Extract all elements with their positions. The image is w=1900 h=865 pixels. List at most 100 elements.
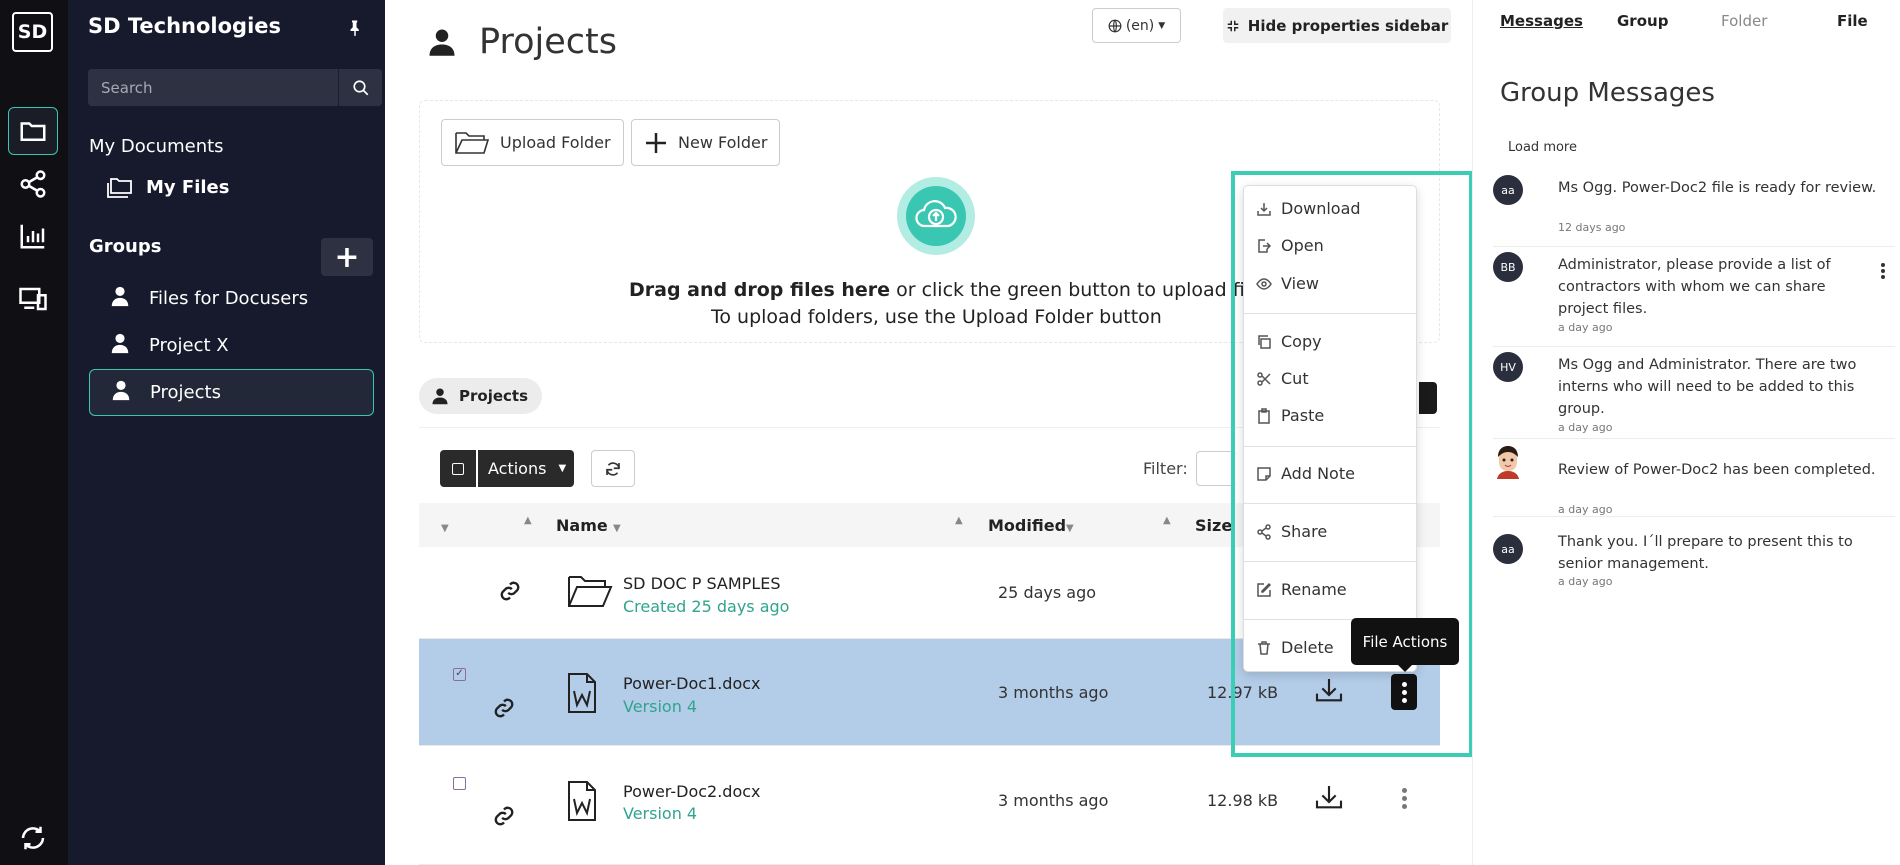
message-options-button[interactable] — [1881, 263, 1885, 279]
hide-properties-sidebar-button[interactable]: Hide properties sidebar — [1223, 8, 1451, 43]
drag-drop-bold: Drag and drop files here — [629, 279, 891, 301]
tab-folder[interactable]: Folder — [1721, 12, 1767, 30]
file-name[interactable]: SD DOC P SAMPLES — [623, 574, 781, 593]
menu-item-delete[interactable]: Delete — [1256, 638, 1334, 657]
file-modified: 3 months ago — [998, 683, 1109, 702]
group-messages-heading: Group Messages — [1500, 78, 1715, 108]
plus-icon — [646, 132, 666, 153]
sidebar-search — [88, 69, 382, 106]
my-files-link[interactable]: My Files — [106, 175, 229, 199]
trash-icon — [1258, 640, 1270, 655]
file-modified: 25 days ago — [998, 583, 1097, 602]
menu-item-add-note[interactable]: Add Note — [1256, 464, 1355, 483]
caret-down-icon: ▼ — [558, 463, 567, 474]
actions-dropdown[interactable]: Actions ▼ — [478, 450, 574, 487]
sync-button[interactable] — [8, 814, 58, 862]
column-header-modified[interactable]: Modified — [988, 516, 1066, 535]
user-icon — [109, 285, 131, 312]
app-rail: SD — [0, 0, 68, 865]
globe-icon — [1108, 19, 1122, 32]
pin-icon[interactable] — [346, 18, 364, 38]
menu-item-label: Paste — [1281, 406, 1325, 425]
filter-input[interactable] — [1196, 451, 1236, 486]
tab-group[interactable]: Group — [1617, 12, 1668, 30]
column-header-name[interactable]: Name — [556, 516, 608, 535]
group-item-projects[interactable]: Projects — [89, 369, 374, 416]
group-label: Projects — [150, 382, 221, 403]
language-selector[interactable]: (en) ▼ — [1092, 8, 1181, 43]
note-icon — [1257, 466, 1271, 481]
page-title-text: Projects — [479, 22, 617, 62]
file-actions-tooltip: File Actions — [1351, 618, 1459, 672]
clipboard-icon — [1258, 407, 1270, 424]
row-checkbox[interactable]: ✓ — [453, 668, 466, 681]
menu-item-label: Open — [1281, 236, 1324, 255]
app-logo: SD — [12, 12, 53, 52]
groups-heading: Groups — [89, 236, 162, 257]
message-text: Administrator, please provide a list of … — [1558, 257, 1831, 317]
user-icon — [110, 379, 132, 406]
user-icon — [429, 29, 455, 56]
sort-up-icon[interactable]: ▲ — [524, 515, 532, 526]
refresh-button[interactable] — [591, 450, 635, 487]
sort-up-icon[interactable]: ▲ — [1163, 515, 1171, 526]
message-time: 12 days ago — [1558, 221, 1626, 234]
menu-item-open[interactable]: Open — [1256, 236, 1324, 255]
row-checkbox[interactable] — [453, 777, 466, 790]
menu-item-view[interactable]: View — [1256, 274, 1319, 293]
upload-files-button[interactable] — [897, 177, 975, 255]
message-item: aa Ms Ogg. Power-Doc2 file is ready for … — [1493, 170, 1895, 247]
my-documents-link[interactable]: My Documents — [89, 136, 224, 157]
files-nav-button[interactable] — [8, 107, 58, 155]
download-icon[interactable] — [1313, 782, 1345, 814]
upload-folder-label: Upload Folder — [500, 133, 611, 152]
link-icon[interactable] — [493, 697, 515, 719]
message-text: Ms Ogg. Power-Doc2 file is ready for rev… — [1558, 180, 1877, 196]
file-name[interactable]: Power-Doc1.docx — [623, 674, 761, 693]
group-item-project-x[interactable]: Project X — [89, 322, 374, 369]
link-icon[interactable] — [499, 580, 521, 602]
tab-messages[interactable]: Messages — [1500, 12, 1583, 30]
column-header-size[interactable]: Size — [1195, 516, 1232, 535]
group-item-files-for-docusers[interactable]: Files for Docusers — [89, 275, 374, 322]
load-more-link[interactable]: Load more — [1508, 140, 1577, 155]
menu-item-label: Share — [1281, 522, 1328, 541]
file-modified: 3 months ago — [998, 791, 1109, 810]
search-button[interactable] — [338, 69, 382, 106]
menu-item-label: View — [1281, 274, 1319, 293]
avatar — [1497, 446, 1519, 479]
tab-file[interactable]: File — [1837, 12, 1868, 30]
add-group-button[interactable]: + — [321, 238, 373, 276]
folder-open-icon — [455, 131, 490, 154]
sort-down-icon[interactable]: ▼ — [441, 523, 449, 534]
sort-down-icon[interactable]: ▼ — [1066, 523, 1074, 534]
sort-up-icon[interactable]: ▲ — [955, 515, 963, 526]
properties-sidebar: Messages Group Folder File Group Message… — [1472, 0, 1900, 865]
share-nav-button[interactable] — [8, 160, 58, 208]
menu-item-rename[interactable]: Rename — [1256, 580, 1347, 599]
folder-icon — [568, 576, 613, 607]
new-folder-button[interactable]: New Folder — [631, 119, 781, 166]
breadcrumb-label: Projects — [459, 387, 529, 405]
menu-item-label: Download — [1281, 199, 1361, 218]
sort-down-icon[interactable]: ▼ — [613, 523, 621, 534]
select-all-checkbox[interactable] — [440, 450, 476, 487]
menu-item-paste[interactable]: Paste — [1256, 406, 1324, 425]
menu-item-download[interactable]: Download — [1256, 199, 1361, 218]
menu-item-share[interactable]: Share — [1256, 522, 1327, 541]
menu-item-copy[interactable]: Copy — [1256, 332, 1322, 351]
file-name[interactable]: Power-Doc2.docx — [623, 782, 761, 801]
message-time: a day ago — [1558, 421, 1613, 434]
brand-name: SD Technologies — [88, 14, 282, 38]
file-actions-button[interactable] — [1391, 780, 1417, 816]
breadcrumb[interactable]: Projects — [419, 378, 543, 414]
upload-folder-button[interactable]: Upload Folder — [441, 119, 624, 166]
file-subtitle: Created 25 days ago — [623, 597, 790, 616]
menu-item-cut[interactable]: Cut — [1256, 369, 1309, 388]
link-icon[interactable] — [493, 805, 515, 827]
devices-nav-button[interactable] — [8, 275, 58, 323]
message-item: BB Administrator, please provide a list … — [1493, 247, 1895, 347]
reports-nav-button[interactable] — [8, 212, 58, 260]
search-input[interactable] — [88, 69, 338, 106]
message-item: Review of Power-Doc2 has been completed.… — [1493, 439, 1895, 517]
